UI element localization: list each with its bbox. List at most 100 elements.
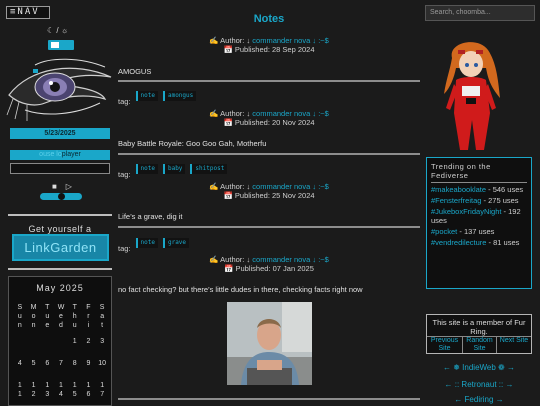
trending-title: Trending on the Fediverse — [431, 162, 527, 183]
weekday-sun: Sun — [17, 304, 23, 329]
hashtag-link[interactable]: #pocket — [431, 227, 457, 236]
calendar-week-3: 11 12 13 14 15 16 17 — [13, 381, 109, 399]
fediring-webring-link[interactable]: ← Fediring → — [426, 395, 532, 404]
linkgarden-button[interactable]: LinkGarden — [12, 234, 109, 261]
calendar-week-2: 4 5 6 7 8 9 10 — [13, 359, 109, 368]
post-tags: tag: note amongus — [118, 90, 197, 106]
calendar-weekdays: Sun Mon Tue Wed Thu Fri Sat — [13, 303, 109, 330]
post-body: AMOGUS — [118, 67, 152, 76]
nav-menu-button[interactable]: ≡NAV — [6, 6, 50, 19]
calendar-day[interactable]: 13 — [44, 381, 50, 399]
calendar-day[interactable]: 1 — [68, 337, 82, 346]
post-date: 📅 Published: 07 Jan 2025 — [224, 264, 314, 273]
trending-item: #pocket - 137 uses — [431, 227, 495, 236]
post-date: 📅 Published: 20 Nov 2024 — [223, 118, 315, 127]
theme-switch-labels: ☾ / ☼ — [47, 26, 69, 35]
divider — [8, 268, 112, 270]
retronaut-webring-link[interactable]: ← :: Retronaut :: → — [426, 380, 532, 389]
sun-icon: ☼ — [60, 26, 69, 35]
trending-widget: Trending on the Fediverse #makeabooklate… — [426, 157, 532, 289]
calendar-day[interactable]: 14 — [58, 381, 64, 399]
calendar-day[interactable] — [40, 337, 54, 346]
tag-label: tag: — [118, 97, 131, 106]
post-author-line: ✍ Author: ↓ commander nova ↓ :~$ — [209, 109, 329, 118]
author-link[interactable]: nova — [294, 255, 310, 264]
calendar-day[interactable]: 7 — [54, 359, 68, 368]
author-link[interactable]: nova — [294, 109, 310, 118]
calendar-widget: May 2025 Sun Mon Tue Wed Thu Fri Sat 1 2… — [8, 276, 112, 406]
tag-chip[interactable]: baby — [162, 164, 186, 174]
webring-next-button[interactable]: Next Site — [497, 336, 531, 353]
stop-icon[interactable]: ■ — [52, 182, 57, 191]
calendar-day[interactable]: 5 — [27, 359, 41, 368]
calendar-day[interactable]: 3 — [95, 337, 109, 346]
tag-chip[interactable]: note — [135, 238, 158, 248]
trending-item: #vendredilecture - 81 uses — [431, 238, 520, 247]
music-player-label: ouse loplayer — [10, 150, 110, 160]
tag-label: tag: — [118, 244, 131, 253]
calendar-day[interactable]: 16 — [85, 381, 91, 399]
tag-chip[interactable]: shitpost — [190, 164, 228, 174]
author-link[interactable]: commander — [252, 109, 292, 118]
calendar-week-1: 1 2 3 — [13, 337, 109, 346]
post-author-line: ✍ Author: ↓ commander nova ↓ :~$ — [209, 182, 329, 191]
post-divider — [118, 226, 420, 228]
calendar-day[interactable]: 2 — [82, 337, 96, 346]
hashtag-link[interactable]: #Fensterfreitag — [431, 196, 481, 205]
slider-handle[interactable] — [58, 193, 65, 200]
weekday-tue: Tue — [45, 304, 50, 329]
eye-illustration — [6, 58, 112, 121]
calendar-day[interactable]: 15 — [72, 381, 78, 399]
moon-icon: ☾ — [47, 26, 55, 35]
anime-character-illustration — [444, 42, 500, 150]
theme-toggle[interactable] — [48, 40, 74, 50]
author-link[interactable]: commander — [252, 255, 292, 264]
hashtag-link[interactable]: #vendredilecture — [431, 238, 486, 247]
author-link[interactable]: commander — [252, 182, 292, 191]
post-divider — [118, 153, 420, 155]
hashtag-link[interactable]: #makeabooklate — [431, 185, 486, 194]
calendar-day[interactable]: 12 — [31, 381, 37, 399]
calendar-day[interactable]: 9 — [82, 359, 96, 368]
tag-chip[interactable]: note — [135, 91, 158, 101]
post-body: no fact checking? but there’s little dud… — [118, 285, 363, 294]
webring-random-button[interactable]: Random Site — [463, 336, 497, 353]
weekday-thu: Thu — [72, 304, 77, 329]
calendar-day[interactable]: 11 — [17, 381, 23, 399]
author-link[interactable]: commander — [252, 36, 292, 45]
author-link[interactable]: nova — [294, 182, 310, 191]
hashtag-link[interactable]: #JukeboxFridayNight — [431, 207, 501, 216]
player-volume-slider[interactable] — [40, 193, 82, 200]
weekday-mon: Mon — [30, 304, 37, 329]
post-body: Baby Battle Royale: Goo Goo Gah, Motherf… — [118, 139, 267, 148]
fur-ring-webring: This site is a member of Fur Ring. Previ… — [426, 314, 532, 354]
webring-prev-button[interactable]: Previous Site — [427, 336, 463, 353]
search-input[interactable]: Search, choomba... — [425, 5, 535, 21]
calendar-day[interactable]: 4 — [13, 359, 27, 368]
calendar-day[interactable]: 6 — [40, 359, 54, 368]
linkgarden-caption: Get yourself a — [28, 224, 92, 234]
calendar-day[interactable]: 17 — [99, 381, 105, 399]
calendar-day[interactable]: 10 — [95, 359, 109, 368]
post-tags: tag: note grave — [118, 237, 190, 253]
player-track-display — [10, 163, 110, 174]
tag-label: tag: — [118, 170, 131, 179]
trending-item: #makeabooklate - 546 uses — [431, 185, 524, 194]
indieweb-webring-link[interactable]: ← ❅ IndieWeb ❁ → — [426, 363, 532, 372]
post-author-line: ✍ Author: ↓ commander nova ↓ :~$ — [209, 36, 329, 45]
author-link[interactable]: nova — [294, 36, 310, 45]
post-divider — [118, 398, 420, 400]
page-title: Notes — [253, 13, 285, 25]
toggle-knob — [51, 42, 59, 48]
calendar-day[interactable] — [13, 337, 27, 346]
post-date: 📅 Published: 28 Sep 2024 — [223, 45, 315, 54]
post-author-line: ✍ Author: ↓ commander nova ↓ :~$ — [209, 255, 329, 264]
calendar-title: May 2025 — [36, 283, 84, 293]
calendar-day[interactable]: 8 — [68, 359, 82, 368]
calendar-day[interactable] — [54, 337, 68, 346]
tag-chip[interactable]: note — [135, 164, 158, 174]
play-icon[interactable]: ▷ — [66, 182, 72, 191]
tag-chip[interactable]: grave — [162, 238, 190, 248]
calendar-day[interactable] — [27, 337, 41, 346]
tag-chip[interactable]: amongus — [162, 91, 197, 101]
